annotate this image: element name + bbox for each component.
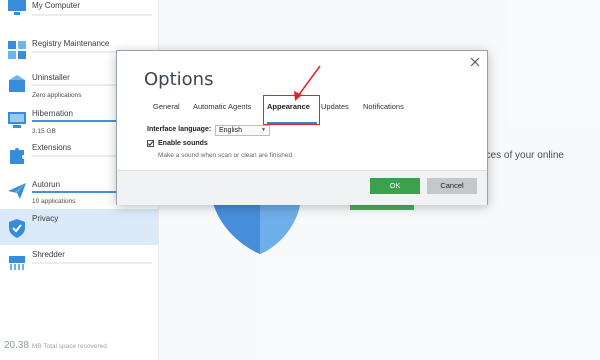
enable-sounds-description: Make a sound when scan or clean are fini… xyxy=(158,152,294,159)
ok-button[interactable]: OK xyxy=(370,178,420,194)
options-dialog: Options General Automatic Agents Appeara… xyxy=(116,50,488,205)
cancel-button[interactable]: Cancel xyxy=(427,178,477,194)
dialog-title: Options xyxy=(144,69,214,90)
highlight-box xyxy=(263,95,320,125)
enable-sounds-checkbox[interactable] xyxy=(147,140,154,147)
tab-notifications[interactable]: Notifications xyxy=(363,102,404,111)
interface-language-value: English xyxy=(219,127,242,134)
interface-language-label: Interface language: xyxy=(147,126,212,133)
chevron-down-icon: ▼ xyxy=(261,127,266,133)
tab-automatic-agents[interactable]: Automatic Agents xyxy=(193,102,251,111)
tab-updates[interactable]: Updates xyxy=(321,102,349,111)
checkmark-icon xyxy=(147,141,154,146)
tab-general[interactable]: General xyxy=(153,102,180,111)
close-icon[interactable] xyxy=(469,56,481,68)
dialog-footer: OK Cancel xyxy=(117,170,487,205)
enable-sounds-label: Enable sounds xyxy=(158,140,208,147)
interface-language-select[interactable]: English ▼ xyxy=(215,125,270,136)
